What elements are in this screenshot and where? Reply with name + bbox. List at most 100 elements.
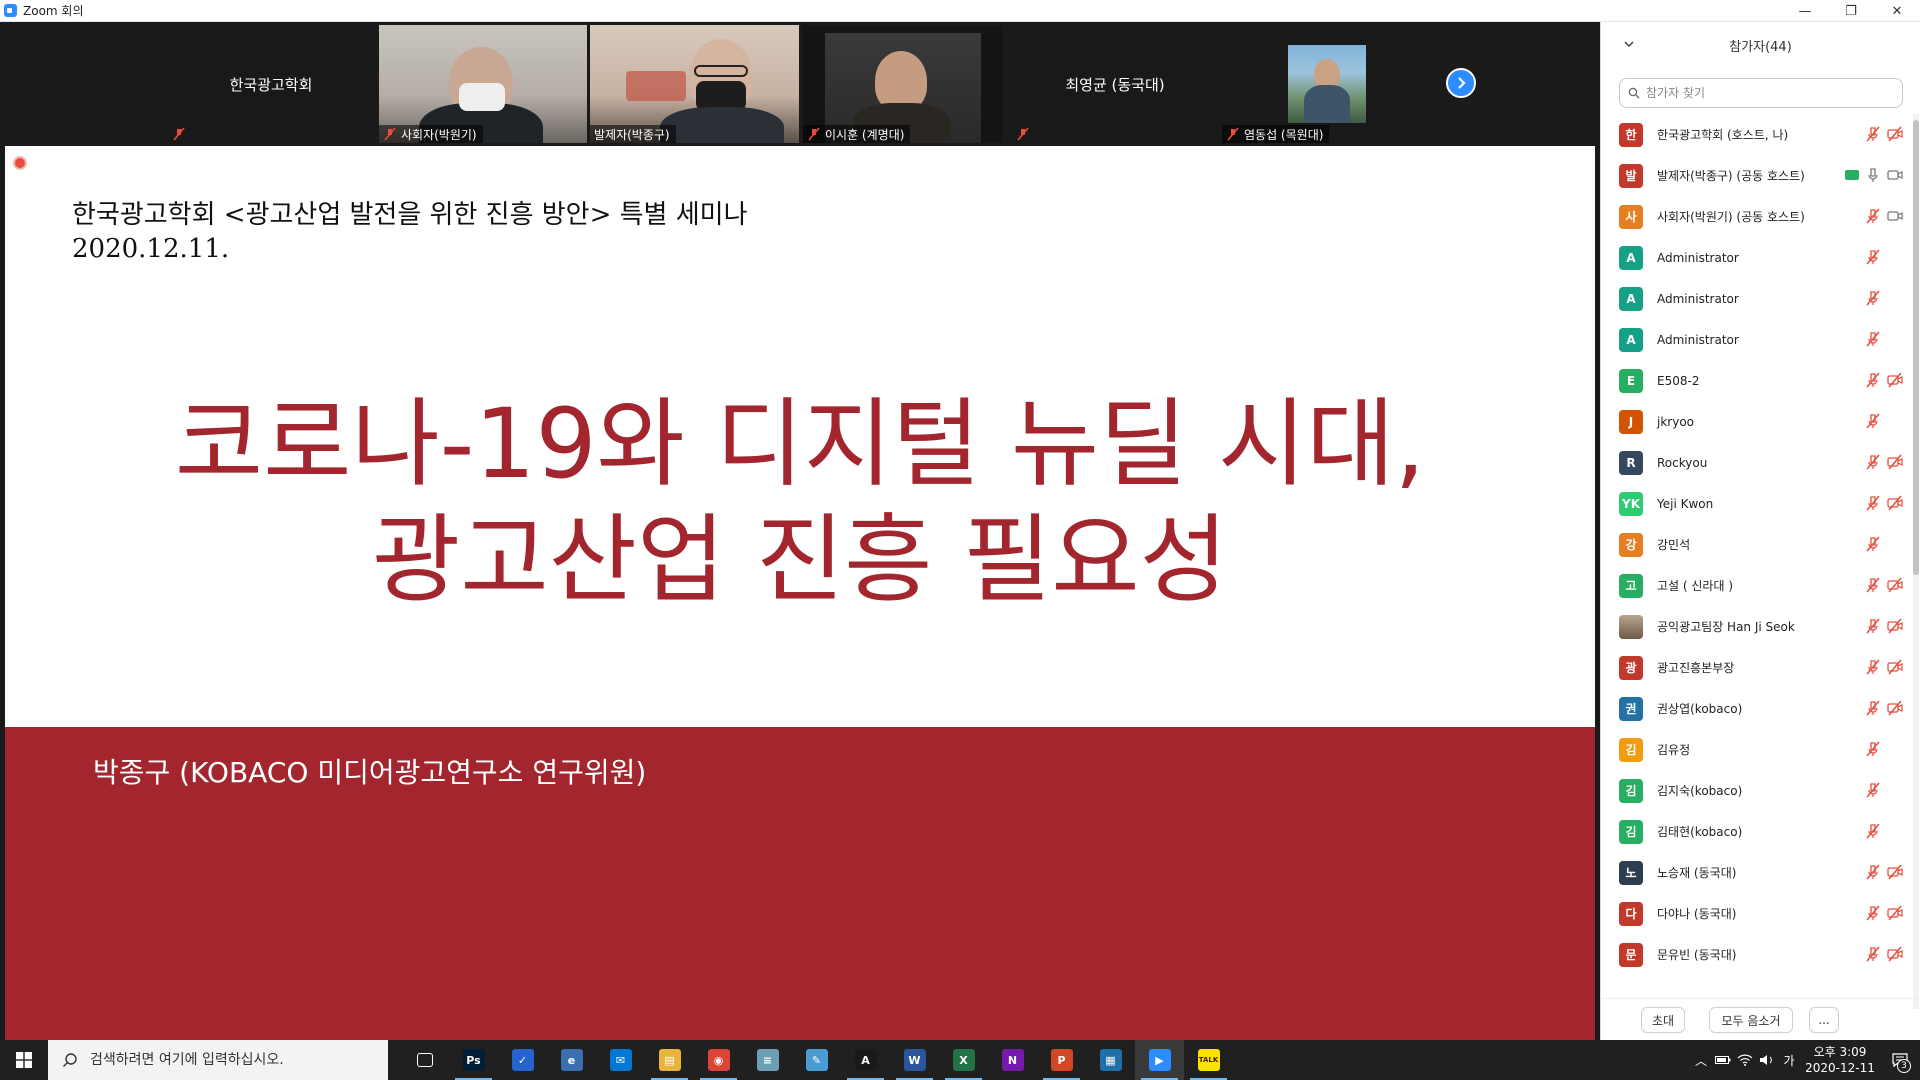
taskbar-app-onenote[interactable]: N [988,1040,1037,1080]
mic-muted-icon[interactable] [1865,331,1881,347]
mic-muted-icon[interactable] [1865,946,1881,962]
ime-indicator[interactable]: 가 [1778,1040,1800,1080]
participant-row[interactable]: 문 문유빈 (동국대) [1601,934,1913,975]
mic-muted-icon[interactable] [1865,126,1881,142]
participant-row[interactable]: 사 사회자(박원기) (공동 호스트) [1601,196,1913,237]
mic-icon[interactable] [1865,167,1881,183]
taskbar-app-task-view[interactable] [400,1040,449,1080]
participant-row[interactable]: 광 광고진흥본부장 [1601,647,1913,688]
participant-row[interactable]: YK Yeji Kwon [1601,483,1913,524]
video-off-icon[interactable] [1887,864,1903,880]
taskbar-app-powerpoint[interactable]: P [1037,1040,1086,1080]
next-page-button[interactable] [1446,68,1476,98]
taskbar-search-input[interactable] [90,1052,380,1068]
mic-muted-icon[interactable] [1865,659,1881,675]
volume-icon[interactable] [1756,1040,1778,1080]
wifi-icon[interactable] [1734,1040,1756,1080]
participant-row[interactable]: 강 강민석 [1601,524,1913,565]
mic-muted-icon[interactable] [1865,372,1881,388]
mic-muted-icon[interactable] [1865,905,1881,921]
mic-muted-icon[interactable] [1865,454,1881,470]
mic-muted-icon[interactable] [1865,495,1881,511]
participant-row[interactable]: R Rockyou [1601,442,1913,483]
start-button[interactable] [0,1040,48,1080]
battery-icon[interactable] [1712,1040,1734,1080]
participant-row[interactable]: 다 다야나 (동국대) [1601,893,1913,934]
participant-row[interactable]: A Administrator [1601,319,1913,360]
close-button[interactable]: ✕ [1874,0,1920,22]
participant-row[interactable]: 공익광고팀장 Han Ji Seok [1601,606,1913,647]
mic-muted-icon[interactable] [1865,290,1881,306]
invite-button[interactable]: 초대 [1641,1007,1685,1033]
mic-muted-icon[interactable] [1865,618,1881,634]
video-off-icon[interactable] [1887,659,1903,675]
video-off-icon[interactable] [1887,577,1903,593]
taskbar-app-mail[interactable]: ✉ [596,1040,645,1080]
taskbar-app-excel[interactable]: X [939,1040,988,1080]
mic-muted-icon[interactable] [1865,700,1881,716]
mic-muted-icon[interactable] [1865,536,1881,552]
taskbar-app-calculator[interactable]: ▦ [1086,1040,1135,1080]
video-off-icon[interactable] [1887,618,1903,634]
participant-row[interactable]: 고 고설 ( 신라대 ) [1601,565,1913,606]
video-off-icon[interactable] [1887,495,1903,511]
mic-muted-icon[interactable] [1865,823,1881,839]
video-tile[interactable]: 이시훈 (계명대) [803,25,1003,143]
video-off-icon[interactable] [1887,905,1903,921]
tray-overflow-chevron-icon[interactable]: ︿ [1690,1040,1712,1080]
participant-search-input[interactable] [1646,86,1886,100]
video-tile-active-speaker[interactable]: 발제자(박종구) [590,25,799,143]
video-tile[interactable]: 최영균 (동국대) [1012,25,1218,143]
taskbar-app-edge-legacy[interactable]: e [547,1040,596,1080]
mic-muted-icon[interactable] [1865,208,1881,224]
taskbar-app-file-explorer[interactable]: ▤ [645,1040,694,1080]
video-off-icon[interactable] [1887,126,1903,142]
taskbar-app-kakaotalk[interactable]: TALK [1184,1040,1233,1080]
mic-muted-icon[interactable] [1865,577,1881,593]
minimize-button[interactable]: — [1782,0,1828,22]
participant-list-scrollbar[interactable] [1913,114,1919,1009]
participant-row[interactable]: E E508-2 [1601,360,1913,401]
chevron-down-icon[interactable] [1623,38,1635,50]
mute-all-button[interactable]: 모두 음소거 [1709,1007,1793,1033]
scrollbar-thumb[interactable] [1913,120,1919,575]
participant-row[interactable]: 노 노승재 (동국대) [1601,852,1913,893]
video-off-icon[interactable] [1887,946,1903,962]
taskbar-app-chrome[interactable]: ◉ [694,1040,743,1080]
participant-row[interactable]: 김 김지숙(kobaco) [1601,770,1913,811]
participant-row[interactable]: 발 발제자(박종구) (공동 호스트) [1601,155,1913,196]
participant-row[interactable]: 김 김태현(kobaco) [1601,811,1913,852]
video-tile[interactable]: 염동섭 (목원대) [1222,25,1428,143]
mic-muted-icon[interactable] [1865,782,1881,798]
participant-row[interactable]: 권 권상엽(kobaco) [1601,688,1913,729]
video-off-icon[interactable] [1887,372,1903,388]
video-off-icon[interactable] [1887,454,1903,470]
taskbar-app-zoom[interactable]: ▶ [1135,1040,1184,1080]
video-icon[interactable] [1887,167,1903,183]
restore-button[interactable]: ❐ [1828,0,1874,22]
video-off-icon[interactable] [1887,700,1903,716]
mic-muted-icon[interactable] [1865,249,1881,265]
more-options-button[interactable]: ... [1809,1007,1839,1033]
action-center-button[interactable]: 3 [1880,1040,1920,1080]
taskbar-app-acrobat[interactable]: A [841,1040,890,1080]
taskbar-app-paint[interactable]: ✎ [792,1040,841,1080]
participant-row[interactable]: 한 한국광고학회 (호스트, 나) [1601,114,1913,155]
mic-muted-icon[interactable] [1865,864,1881,880]
participant-row[interactable]: Jjkryoo [1601,401,1913,442]
taskbar-app-notepad[interactable]: ≡ [743,1040,792,1080]
taskbar-search[interactable] [48,1040,388,1080]
mic-muted-icon[interactable] [1865,741,1881,757]
taskbar-app-todo[interactable]: ✓ [498,1040,547,1080]
participant-row[interactable]: 김 김유정 [1601,729,1913,770]
mic-muted-icon[interactable] [1865,413,1881,429]
participant-search[interactable] [1619,78,1903,108]
taskbar-clock[interactable]: 오후 3:09 2020-12-11 [1800,1044,1880,1076]
participant-row[interactable]: A Administrator [1601,237,1913,278]
taskbar-app-photoshop[interactable]: Ps [449,1040,498,1080]
video-icon[interactable] [1887,208,1903,224]
video-tile[interactable]: 사회자(박원기) [379,25,587,143]
participant-row[interactable]: A Administrator [1601,278,1913,319]
taskbar-app-word[interactable]: W [890,1040,939,1080]
video-tile[interactable]: 한국광고학회 [168,25,374,143]
